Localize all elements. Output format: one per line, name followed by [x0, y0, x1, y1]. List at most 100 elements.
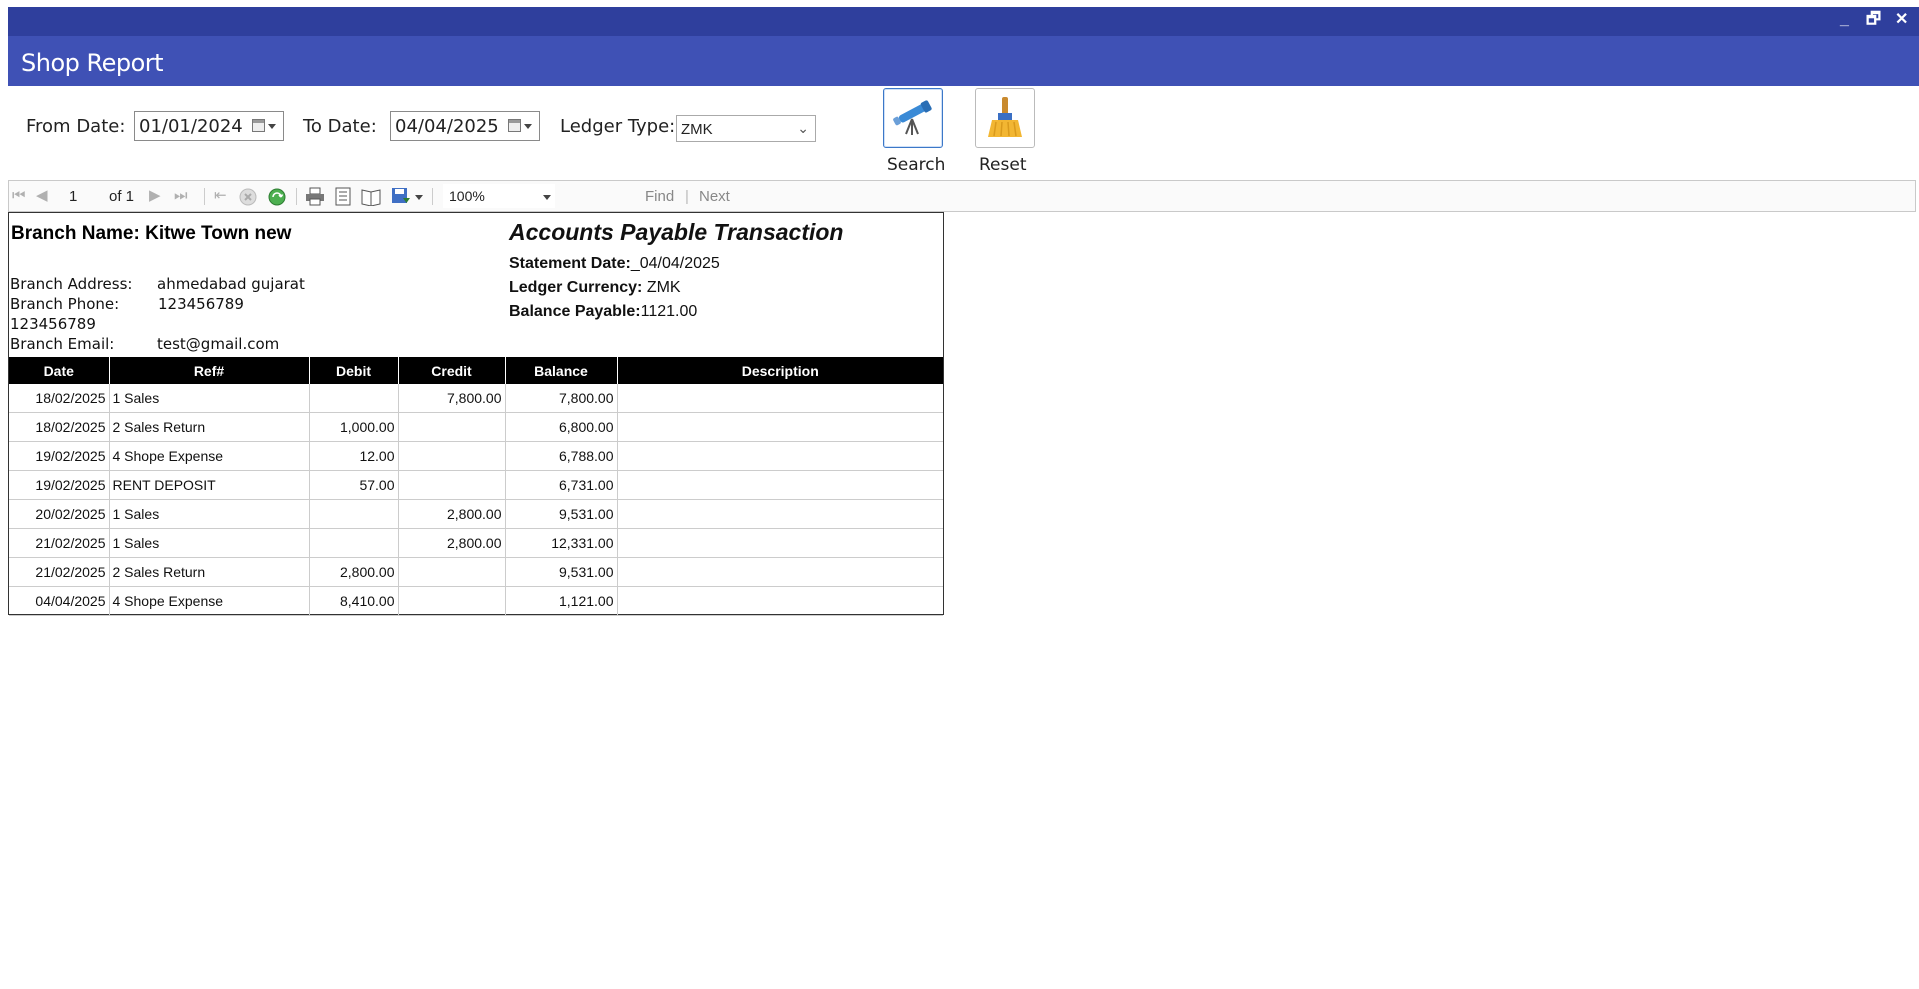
zoom-value: 100% [449, 188, 485, 204]
ledger-currency: Ledger Currency: ZMK [509, 279, 681, 297]
debit-cell [308, 384, 398, 413]
balance-cell: 1,121.00 [504, 586, 617, 616]
toolbar-divider [296, 188, 297, 205]
from-date-picker[interactable]: 01/01/2024 [134, 111, 284, 141]
column-header: Debit [308, 357, 398, 384]
ref-cell: 2 Sales Return [108, 412, 309, 442]
print-layout-icon[interactable] [334, 187, 352, 206]
statement-date: Statement Date:_04/04/2025 [509, 255, 720, 273]
window-titlebar: _ 🗗 ✕ [8, 7, 1919, 36]
branch-email-value: test@gmail.com [157, 335, 280, 353]
ledger-type-select[interactable]: ZMK ⌄ [676, 115, 816, 142]
balance-cell: 6,800.00 [504, 412, 617, 442]
branch-phone-value-wrapped: 123456789 [10, 315, 96, 333]
description-cell [616, 557, 943, 587]
table-row: 21/02/2025 1 Sales 2,800.00 12,331.00 [9, 528, 943, 558]
to-date-label: To Date: [303, 116, 377, 137]
chevron-down-icon[interactable] [524, 124, 532, 129]
chevron-down-icon [543, 195, 551, 200]
page-setup-icon[interactable] [361, 187, 381, 206]
back-icon[interactable]: ⇤ [214, 187, 227, 205]
toolbar-divider [204, 188, 205, 205]
report-viewer-toolbar: ⏮ ◀ 1 of 1 ▶ ⏭ ⇤ 100% Find | Next [8, 180, 1916, 212]
zoom-select[interactable]: 100% [443, 184, 555, 208]
transactions-table: Date Ref# Debit Credit Balance Descripti… [9, 357, 943, 616]
table-header-row: Date Ref# Debit Credit Balance Descripti… [9, 357, 943, 384]
credit-cell: 2,800.00 [397, 528, 505, 558]
date-cell: 04/04/2025 [9, 586, 109, 616]
close-icon[interactable]: ✕ [1895, 12, 1908, 28]
statement-date-value: _04/04/2025 [630, 255, 720, 272]
date-cell: 20/02/2025 [9, 499, 109, 529]
next-link[interactable]: Next [699, 188, 730, 205]
debit-cell: 2,800.00 [308, 557, 398, 587]
chevron-down-icon[interactable] [415, 195, 423, 200]
report-page: Branch Name: Kitwe Town new Branch Addre… [8, 212, 944, 616]
balance-payable-label: Balance Payable: [509, 303, 641, 320]
branch-address-label: Branch Address: [10, 275, 133, 293]
stop-icon[interactable] [239, 188, 257, 206]
debit-cell: 57.00 [308, 470, 398, 500]
column-header: Description [616, 357, 943, 384]
credit-cell [397, 412, 505, 442]
page-number-input[interactable]: 1 [69, 188, 77, 205]
next-page-icon[interactable]: ▶ [149, 187, 161, 205]
table-row: 21/02/2025 2 Sales Return 2,800.00 9,531… [9, 557, 943, 587]
credit-cell [397, 557, 505, 587]
app-header: Shop Report [8, 36, 1919, 86]
balance-cell: 12,331.00 [504, 528, 617, 558]
ref-cell: RENT DEPOSIT [108, 470, 309, 500]
find-separator: | [685, 188, 689, 205]
column-header: Date [9, 357, 109, 384]
description-cell [616, 586, 943, 616]
balance-cell: 9,531.00 [504, 557, 617, 587]
find-link[interactable]: Find [645, 188, 674, 205]
first-page-icon[interactable]: ⏮ [12, 187, 26, 205]
date-cell: 21/02/2025 [9, 528, 109, 558]
ledger-currency-label: Ledger Currency: [509, 279, 643, 296]
credit-cell [397, 470, 505, 500]
balance-cell: 9,531.00 [504, 499, 617, 529]
telescope-icon [893, 100, 932, 135]
export-icon[interactable] [391, 187, 411, 206]
print-icon[interactable] [305, 187, 325, 206]
table-row: 04/04/2025 4 Shope Expense 8,410.00 1,12… [9, 586, 943, 616]
credit-cell [397, 586, 505, 616]
ledger-currency-value: ZMK [642, 279, 681, 296]
debit-cell: 8,410.00 [308, 586, 398, 616]
from-date-label: From Date: [26, 116, 126, 137]
table-row: 19/02/2025 4 Shope Expense 12.00 6,788.0… [9, 441, 943, 471]
last-page-icon[interactable]: ⏭ [174, 187, 188, 205]
balance-cell: 7,800.00 [504, 384, 617, 413]
column-header: Ref# [108, 357, 309, 384]
minimize-icon[interactable]: _ [1840, 12, 1849, 28]
restore-icon[interactable]: 🗗 [1866, 12, 1881, 28]
date-cell: 18/02/2025 [9, 384, 109, 413]
page-count: of 1 [109, 188, 135, 205]
branch-email-label: Branch Email: [10, 335, 115, 353]
chevron-down-icon[interactable] [268, 124, 276, 129]
page-title: Shop Report [21, 49, 164, 77]
date-cell: 19/02/2025 [9, 470, 109, 500]
ledger-type-label: Ledger Type: [560, 116, 676, 137]
description-cell [616, 412, 943, 442]
reset-button[interactable] [975, 88, 1035, 148]
branch-address-value: ahmedabad gujarat [157, 275, 305, 293]
refresh-icon[interactable] [268, 188, 286, 206]
balance-payable-value: 1121.00 [640, 303, 698, 320]
balance-cell: 6,731.00 [504, 470, 617, 500]
credit-cell: 2,800.00 [397, 499, 505, 529]
to-date-picker[interactable]: 04/04/2025 [390, 111, 540, 141]
search-button-label: Search [887, 155, 946, 175]
from-date-value: 01/01/2024 [139, 116, 243, 137]
ref-cell: 1 Sales [108, 499, 309, 529]
balance-payable: Balance Payable:1121.00 [509, 303, 697, 321]
calendar-icon[interactable] [508, 119, 521, 132]
calendar-icon[interactable] [252, 119, 265, 132]
balance-cell: 6,788.00 [504, 441, 617, 471]
ref-cell: 2 Sales Return [108, 557, 309, 587]
search-button[interactable] [883, 88, 943, 148]
date-cell: 18/02/2025 [9, 412, 109, 442]
previous-page-icon[interactable]: ◀ [36, 187, 48, 205]
filter-bar: From Date: 01/01/2024 To Date: 04/04/202… [0, 86, 1919, 180]
